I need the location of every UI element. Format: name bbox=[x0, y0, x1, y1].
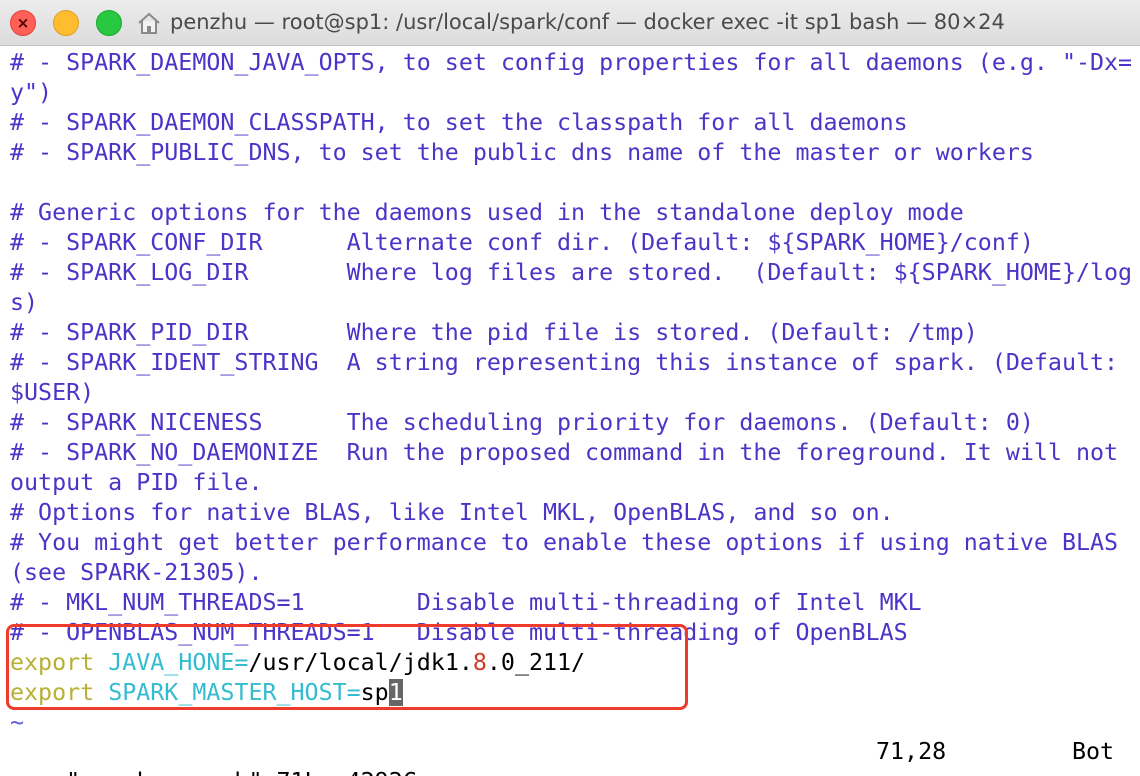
terminal-line: # - SPARK_IDENT_STRING A string represen… bbox=[10, 349, 1119, 376]
terminal-window: × penzhu — root@sp1: /usr/local/spark/co… bbox=[0, 0, 1140, 776]
terminal-line: # - SPARK_LOG_DIR Where log files are st… bbox=[10, 259, 1133, 286]
terminal-line: # - SPARK_PID_DIR Where the pid file is … bbox=[10, 319, 978, 346]
variable-value: sp bbox=[360, 679, 389, 706]
terminal-line: # - SPARK_DAEMON_JAVA_OPTS, to set confi… bbox=[10, 49, 1133, 76]
close-icon: × bbox=[16, 14, 30, 32]
terminal-line: # Options for native BLAS, like Intel MK… bbox=[10, 499, 894, 526]
variable-name: SPARK_MASTER_HOST= bbox=[108, 679, 361, 706]
terminal-line: # - SPARK_NO_DAEMONIZE Run the proposed … bbox=[10, 439, 1119, 466]
terminal-line: y") bbox=[10, 79, 53, 106]
terminal-content[interactable]: # - SPARK_DAEMON_JAVA_OPTS, to set confi… bbox=[10, 48, 1140, 738]
terminal-line: # - SPARK_CONF_DIR Alternate conf dir. (… bbox=[10, 229, 1034, 256]
variable-value-tail: .0_211/ bbox=[486, 649, 586, 676]
terminal-line: output a PID file. bbox=[10, 469, 263, 496]
status-bar: "spark-env.sh" 71L, 4292C 71,28 Bot bbox=[10, 737, 1130, 776]
terminal-line: # You might get better performance to en… bbox=[10, 529, 1119, 556]
export-keyword: export bbox=[10, 679, 95, 706]
maximize-button[interactable] bbox=[96, 10, 122, 36]
variable-value: /usr/local/jdk1. bbox=[248, 649, 473, 676]
scroll-indicator: Bot bbox=[1072, 738, 1115, 765]
terminal-line: # - SPARK_DAEMON_CLASSPATH, to set the c… bbox=[10, 109, 908, 136]
file-info: "spark-env.sh" 71L, 4292C bbox=[66, 768, 417, 776]
export-master-line: export SPARK_MASTER_HOST=sp1 bbox=[10, 678, 1140, 708]
terminal-line: # - MKL_NUM_THREADS=1 Disable multi-thre… bbox=[10, 589, 922, 616]
version-number: 8 bbox=[472, 649, 487, 676]
empty-line-marker: ~ bbox=[10, 709, 25, 736]
minimize-button[interactable] bbox=[53, 10, 79, 36]
home-icon bbox=[138, 12, 160, 34]
text-cursor: 1 bbox=[388, 679, 403, 706]
export-java-line: export JAVA_HONE=/usr/local/jdk1.8.0_211… bbox=[10, 648, 1140, 678]
terminal-line: # Generic options for the daemons used i… bbox=[10, 199, 964, 226]
close-button[interactable]: × bbox=[10, 10, 36, 36]
terminal-line: # - OPENBLAS_NUM_THREADS=1 Disable multi… bbox=[10, 619, 908, 646]
cursor-position: 71,28 bbox=[876, 738, 947, 765]
export-keyword: export bbox=[10, 649, 95, 676]
terminal-line: $USER) bbox=[10, 379, 95, 406]
terminal-line: (see SPARK-21305). bbox=[10, 559, 263, 586]
terminal-line: s) bbox=[10, 289, 39, 316]
terminal-line: # - SPARK_PUBLIC_DNS, to set the public … bbox=[10, 139, 1034, 166]
title-bar[interactable]: × penzhu — root@sp1: /usr/local/spark/co… bbox=[0, 0, 1140, 46]
terminal-line: # - SPARK_NICENESS The scheduling priori… bbox=[10, 409, 1034, 436]
variable-name: JAVA_HONE= bbox=[108, 649, 249, 676]
window-title: penzhu — root@sp1: /usr/local/spark/conf… bbox=[170, 10, 1005, 34]
